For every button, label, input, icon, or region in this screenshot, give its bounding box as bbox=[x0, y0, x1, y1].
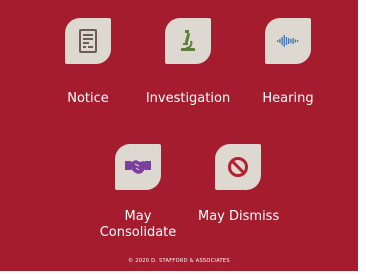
sound-wave-icon bbox=[277, 35, 299, 47]
investigation-label: Investigation bbox=[145, 91, 231, 106]
prohibited-icon bbox=[228, 157, 248, 177]
slide-background: Notice Investigation Hearing May Consoli… bbox=[0, 0, 358, 271]
consolidate-label-line-1: May bbox=[124, 209, 152, 224]
dismiss-label: May Dismiss bbox=[198, 209, 280, 224]
notice-document-icon bbox=[79, 29, 97, 53]
notice-tile bbox=[65, 18, 111, 64]
notice-label: Notice bbox=[67, 91, 109, 106]
hearing-label: Hearing bbox=[262, 91, 314, 106]
consolidate-tile bbox=[115, 144, 161, 190]
handshake-icon bbox=[125, 160, 151, 174]
hearing-tile bbox=[265, 18, 311, 64]
copyright-footer: © 2020 D. STAFFORD & ASSOCIATES bbox=[128, 258, 230, 264]
microscope-icon bbox=[181, 30, 195, 51]
investigation-tile bbox=[165, 18, 211, 64]
dismiss-tile bbox=[215, 144, 261, 190]
consolidate-label-line-2: Consolidate bbox=[99, 225, 177, 240]
consolidate-label: May Consolidate bbox=[95, 209, 181, 241]
